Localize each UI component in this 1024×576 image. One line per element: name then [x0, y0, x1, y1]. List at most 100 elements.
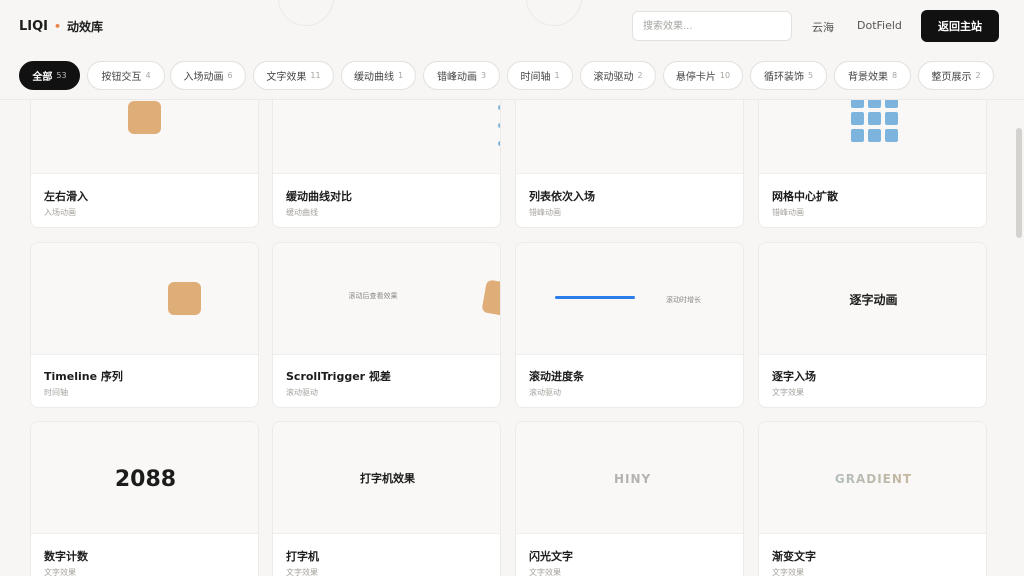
- animated-block: [128, 101, 161, 134]
- chip-count: 10: [719, 71, 731, 80]
- effect-card[interactable]: Timeline 序列 时间轴: [30, 242, 259, 408]
- card-tag: 时间轴: [44, 388, 68, 397]
- card-title: 打字机: [286, 550, 319, 563]
- card-title: 逐字入场: [772, 370, 816, 383]
- card-title: 缓动曲线对比: [286, 190, 352, 203]
- chip-label: 文字效果: [266, 72, 307, 83]
- preview-text: 逐字动画: [849, 293, 898, 307]
- page-scrollbar[interactable]: [1016, 128, 1022, 238]
- counter-number: 2088: [114, 467, 177, 492]
- card-tag: 缓动曲线: [286, 208, 318, 217]
- card-tag: 文字效果: [772, 388, 804, 397]
- effect-card[interactable]: 滚动后查看效果 ScrollTrigger 视差 滚动驱动: [272, 242, 501, 408]
- filter-chip[interactable]: 悬停卡片 10: [663, 61, 743, 90]
- brand-subtitle: 动效库: [67, 20, 104, 34]
- card-tag: 文字效果: [286, 568, 318, 576]
- card-tag: 文字效果: [772, 568, 804, 576]
- nav-link-yunhai[interactable]: 云海: [812, 19, 834, 35]
- effect-card[interactable]: GRADIENT 渐变文字 文字效果: [758, 421, 987, 576]
- card-title: 滚动进度条: [529, 370, 584, 383]
- gradient-text: GRADIENT: [759, 472, 986, 486]
- chip-count: 2: [975, 71, 981, 80]
- chip-label: 循环装饰: [763, 72, 804, 83]
- effect-card[interactable]: 逐字动画 逐字入场 文字效果: [758, 242, 987, 408]
- card-title: 闪光文字: [529, 550, 573, 563]
- card-preview: 打字机效果: [273, 422, 500, 534]
- animated-block: [168, 282, 201, 315]
- grid-squares: [851, 95, 898, 142]
- filter-chip[interactable]: 时间轴 1: [507, 61, 573, 90]
- effect-card[interactable]: 2088 数字计数 文字效果: [30, 421, 259, 576]
- filter-chip-all[interactable]: 全部 53: [19, 61, 80, 90]
- chip-count: 1: [554, 71, 560, 80]
- nav-link-dotfield[interactable]: DotField: [857, 19, 902, 32]
- card-title: Timeline 序列: [44, 370, 123, 383]
- chip-label: 按钮交互: [101, 72, 142, 83]
- preview-hint: 滚动后查看效果: [348, 292, 398, 300]
- card-preview: HINY: [516, 422, 743, 534]
- brand-dot: •: [54, 20, 62, 33]
- filter-chip[interactable]: 文字效果 11: [253, 61, 334, 90]
- filter-chip[interactable]: 按钮交互 4: [87, 61, 165, 90]
- chip-count: 2: [637, 71, 643, 80]
- card-title: ScrollTrigger 视差: [286, 370, 391, 383]
- card-tag: 错峰动画: [772, 208, 804, 217]
- card-preview: 2088: [31, 422, 258, 534]
- filter-chip[interactable]: 入场动画 6: [170, 61, 246, 90]
- chip-count: 6: [227, 71, 233, 80]
- card-preview: 滚动后查看效果: [273, 243, 500, 355]
- progress-bar: [555, 296, 635, 299]
- top-header: LIQI • 动效库 云海 DotField 返回主站: [0, 0, 1024, 52]
- card-tag: 错峰动画: [529, 208, 561, 217]
- filter-chip[interactable]: 缓动曲线 1: [341, 61, 416, 90]
- chip-label: 错峰动画: [436, 72, 477, 83]
- search-input[interactable]: [632, 11, 792, 41]
- parallax-block: [481, 279, 500, 318]
- brand-name: LIQI: [19, 19, 49, 34]
- chip-label: 时间轴: [520, 72, 551, 83]
- filter-chip[interactable]: 背景效果 8: [834, 61, 911, 90]
- card-preview: 滚动时增长: [516, 243, 743, 355]
- preview-text: 打字机效果: [360, 472, 415, 485]
- card-title: 渐变文字: [772, 550, 816, 563]
- chip-count: 1: [397, 71, 404, 80]
- chip-count: 4: [145, 71, 151, 80]
- card-preview: GRADIENT: [759, 422, 986, 534]
- effect-card[interactable]: HINY 闪光文字 文字效果: [515, 421, 744, 576]
- card-preview: 逐字动画: [759, 243, 986, 355]
- filter-chip[interactable]: 滚动驱动 2: [580, 61, 656, 90]
- card-title: 左右滑入: [44, 190, 88, 203]
- card-tag: 文字效果: [44, 568, 76, 576]
- brand-logo[interactable]: LIQI • 动效库: [19, 18, 103, 35]
- filter-chip[interactable]: 循环装饰 5: [750, 61, 827, 90]
- chip-label: 滚动驱动: [593, 72, 634, 83]
- filter-chip[interactable]: 整页展示 2: [918, 61, 994, 90]
- card-tag: 入场动画: [44, 208, 76, 217]
- effect-card[interactable]: 滚动时增长 滚动进度条 滚动驱动: [515, 242, 744, 408]
- effect-card[interactable]: 打字机效果 打字机 文字效果: [272, 421, 501, 576]
- curve-dot: [498, 105, 500, 110]
- shimmer-text: HINY: [614, 472, 652, 486]
- ghost-shape: [526, 0, 582, 26]
- card-preview: [31, 243, 258, 355]
- card-title: 列表依次入场: [529, 190, 595, 203]
- chip-count: 5: [807, 71, 814, 80]
- chip-label: 背景效果: [847, 72, 888, 83]
- back-home-button[interactable]: 返回主站: [921, 10, 999, 42]
- filter-chip[interactable]: 错峰动画 3: [423, 61, 500, 90]
- chip-count: 11: [310, 71, 321, 80]
- chip-count: 8: [891, 71, 898, 80]
- category-filter-bar: 全部 53 按钮交互 4 入场动画 6 文字效果 11 缓动曲线 1 错峰动画 3 时间轴 1…: [0, 52, 1024, 100]
- chip-label: 入场动画: [183, 72, 224, 83]
- chip-label: 全部: [32, 72, 53, 83]
- card-title: 数字计数: [44, 550, 88, 563]
- card-tag: 文字效果: [529, 568, 561, 576]
- curve-dot: [498, 141, 500, 146]
- ghost-shape: [278, 0, 334, 26]
- card-tag: 滚动驱动: [529, 388, 561, 397]
- chip-count: 53: [56, 71, 67, 80]
- chip-label: 悬停卡片: [675, 72, 716, 83]
- chip-label: 缓动曲线: [353, 72, 394, 83]
- preview-hint: 滚动时增长: [666, 296, 701, 304]
- curve-dot: [498, 123, 500, 128]
